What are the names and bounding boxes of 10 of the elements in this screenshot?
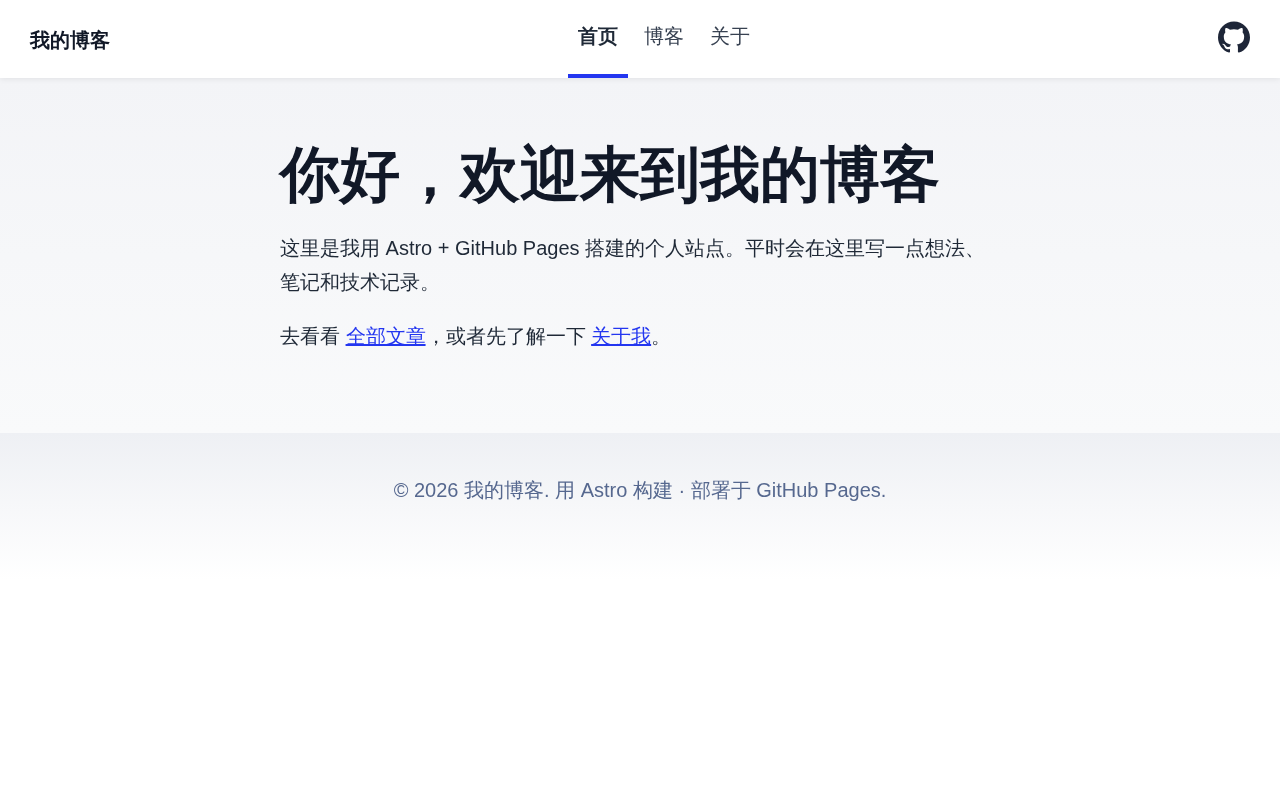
- intro-paragraph: 这里是我用 Astro + GitHub Pages 搭建的个人站点。平时会在这里写一点想法、笔记和技术记录。: [280, 236, 987, 295]
- text-link[interactable]: 关于我: [591, 325, 652, 347]
- github-icon[interactable]: [1218, 21, 1250, 53]
- nav-tab[interactable]: 关于: [700, 0, 760, 78]
- page-heading: 你好，欢迎来到我的博客: [280, 140, 941, 210]
- links-sentence: 去看看 全部文章，或者先了解一下 关于我。: [280, 324, 673, 349]
- text-link[interactable]: 全部文章: [345, 325, 426, 347]
- nav-tab[interactable]: 博客: [634, 0, 694, 78]
- site-title[interactable]: 我的博客: [30, 24, 110, 54]
- footer-text: © 2026 我的博客. 用 Astro 构建 · 部署于 GitHub Pages.: [393, 478, 887, 503]
